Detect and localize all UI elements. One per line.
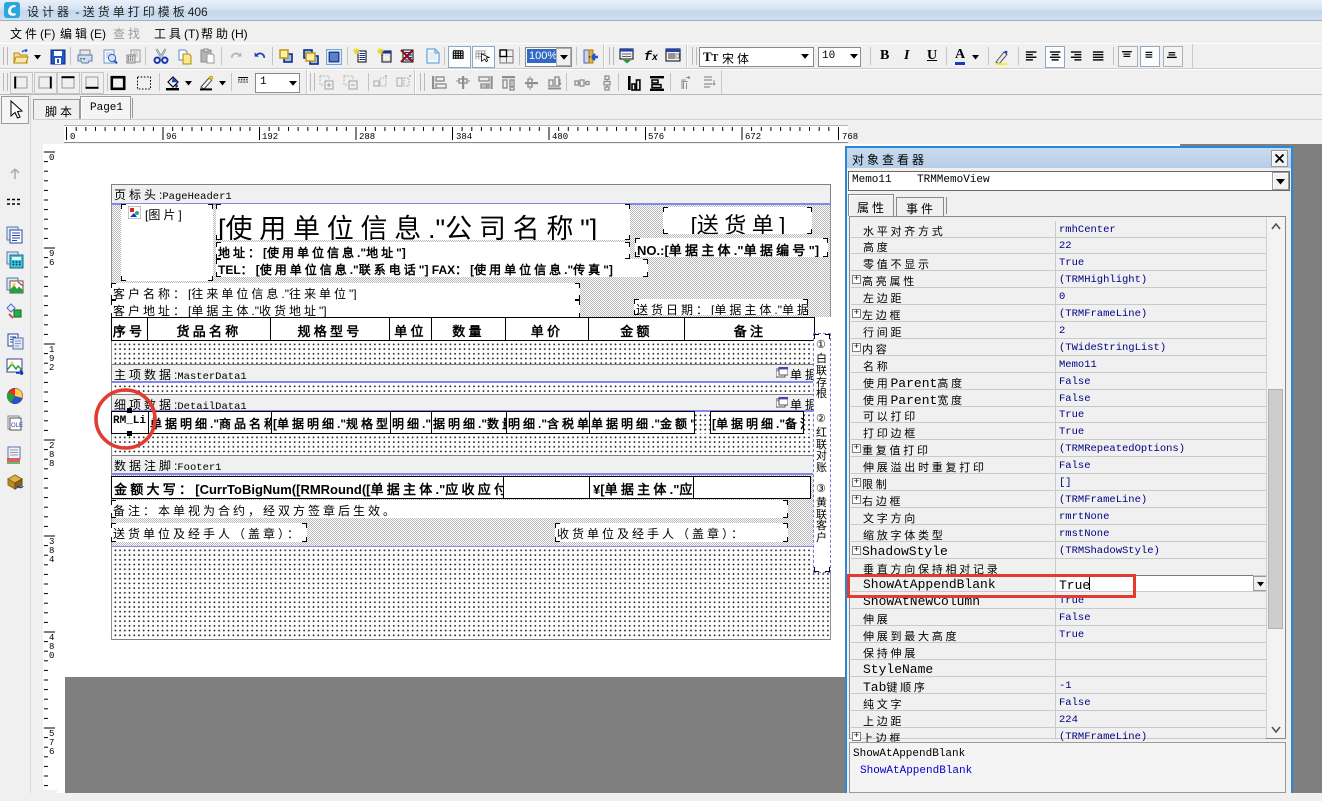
svg-text:OLE: OLE	[11, 423, 23, 429]
